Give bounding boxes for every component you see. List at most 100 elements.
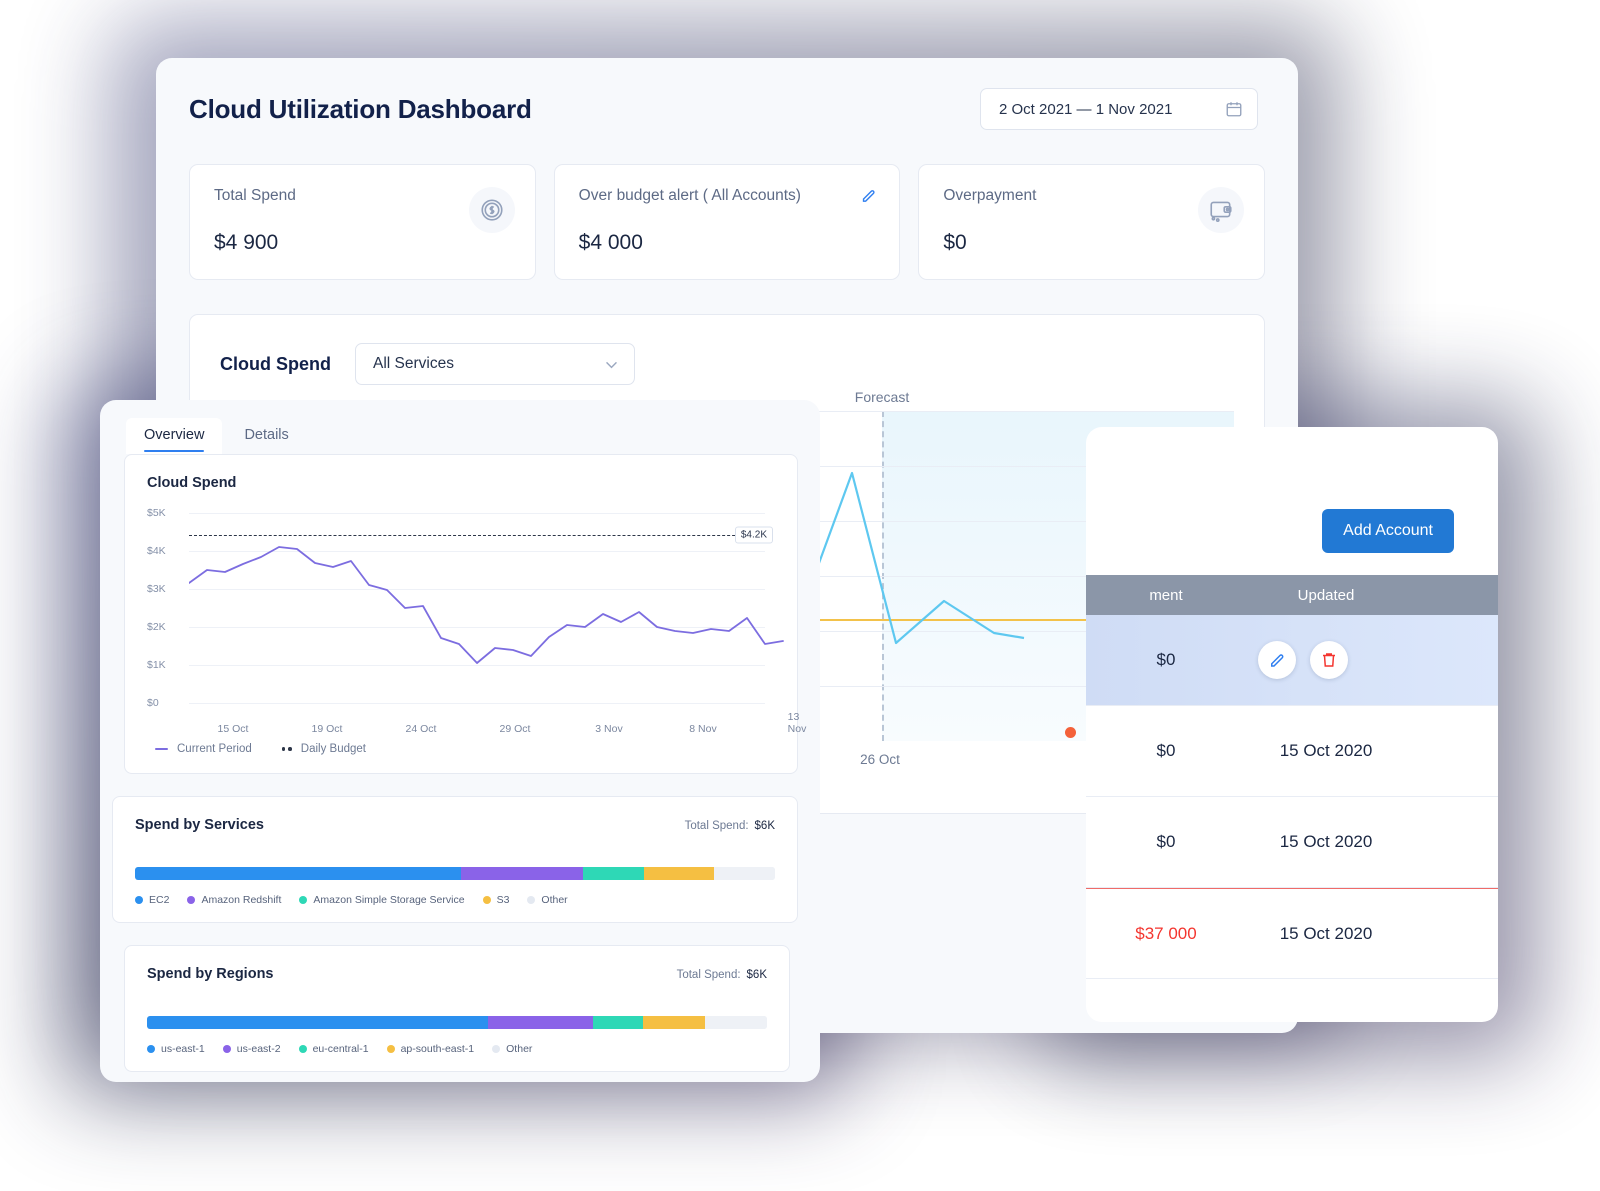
y-tick-label: $5K — [147, 507, 166, 519]
tab-overview[interactable]: Overview — [126, 418, 223, 454]
table-row[interactable]: $0 15 Oct 2020 — [1086, 797, 1498, 888]
table-row[interactable]: $0 — [1086, 615, 1498, 706]
bar-segment-s3-storage — [582, 867, 644, 880]
spend-by-regions-header: Spend by Regions Total Spend: $6K — [147, 966, 767, 982]
kpi-card-over-budget-alert: Over budget alert ( All Accounts) $4 000 — [553, 164, 901, 280]
y-tick-label: $4K — [147, 545, 166, 557]
kpi-value: $0 — [943, 231, 967, 254]
spend-by-services-card: Spend by Services Total Spend: $6K EC2 Am… — [112, 796, 798, 923]
legend-item-current-period: Current Period — [155, 743, 252, 755]
legend-item-ec2: EC2 — [135, 894, 169, 906]
cloud-spend-title: Cloud Spend — [220, 353, 331, 374]
total-spend-value: $6K — [746, 969, 767, 981]
legend-label: eu-central-1 — [312, 1043, 369, 1055]
y-tick-label: $3K — [147, 583, 166, 595]
legend-label: Amazon Simple Storage Service — [313, 894, 465, 906]
legend-line-swatch — [155, 747, 168, 751]
kpi-label: Overpayment — [943, 187, 1037, 204]
accounts-window: Add Account ment Updated $0 $0 15 Oct 20… — [1086, 427, 1498, 1022]
date-range-picker[interactable]: 2 Oct 2021 — 1 Nov 2021 — [980, 88, 1258, 130]
y-tick-label: $1K — [147, 659, 166, 671]
legend-label: ap-south-east-1 — [400, 1043, 475, 1055]
legend-item-other: Other — [492, 1043, 532, 1055]
edit-icon — [1271, 654, 1284, 667]
edit-button[interactable] — [1258, 641, 1296, 679]
bar-segment-us-east-2 — [488, 1016, 594, 1029]
coin-dollar-icon-wrap — [468, 187, 515, 233]
bar-segment-eu-central-1 — [593, 1016, 643, 1029]
legend-label: Other — [506, 1043, 533, 1055]
screenshot-root: Add Account ment Updated $0 $0 15 Oct 20… — [0, 0, 1600, 1191]
x-tick-label: 13 Nov — [787, 711, 807, 735]
total-spend-label: Total Spend: — [684, 820, 749, 832]
kpi-card-overpayment: Overpayment $0 — [918, 164, 1266, 280]
cell-spent: $37 000 — [1135, 923, 1197, 943]
x-tick-label: 3 Nov — [595, 723, 623, 735]
legend-label: us-east-2 — [236, 1043, 281, 1055]
bar-segment-ap-south-east-1 — [642, 1016, 705, 1029]
calendar-icon — [1226, 102, 1242, 117]
column-header-spent[interactable]: ment — [1086, 587, 1246, 604]
cell-spent: $0 — [1156, 741, 1176, 760]
cell-spent: $0 — [1156, 650, 1176, 669]
legend-item-us-east-1: us-east-1 — [147, 1043, 205, 1055]
table-header-row: ment Updated — [1086, 575, 1498, 615]
cell-updated: 15 Oct 2020 — [1279, 923, 1373, 943]
chevron-down-icon — [606, 361, 617, 368]
legend-item-s3: S3 — [482, 894, 510, 906]
service-filter-value: All Services — [373, 355, 454, 372]
y-tick-label: $2K — [147, 621, 166, 633]
add-account-button[interactable]: Add Account — [1322, 509, 1454, 553]
bar-segment-other — [704, 1016, 767, 1029]
x-tick-label: 26 Oct — [860, 752, 900, 767]
overlay-cloud-spend-plot: $5K $4K $3K $2K $1K $0 $4.2K 15 Oct 19 O — [147, 507, 806, 735]
chart-legend: Current Period Daily Budget — [147, 743, 775, 755]
legend-label: Daily Budget — [300, 743, 367, 755]
spend-by-services-title: Spend by Services — [135, 817, 264, 833]
spend-by-services-legend: EC2 Amazon Redshift Amazon Simple Storag… — [135, 894, 775, 906]
delete-icon — [1323, 653, 1335, 667]
coin-dollar-icon — [481, 199, 503, 221]
forecast-label: Forecast — [854, 389, 910, 405]
cell-updated: 15 Oct 2020 — [1279, 741, 1373, 760]
page-title: Cloud Utilization Dashboard — [189, 93, 532, 124]
column-header-updated[interactable]: Updated — [1246, 587, 1406, 604]
legend-item-daily-budget: Daily Budget — [281, 743, 367, 755]
legend-item-eu-central-1: eu-central-1 — [298, 1043, 369, 1055]
overview-overlay-window: Overview Details Cloud Spend $5K $4K $3K… — [100, 400, 820, 1082]
legend-item-other: Other — [527, 894, 568, 906]
kpi-label: Over budget alert ( All Accounts) — [578, 187, 801, 204]
spend-by-services-total: Total Spend: $6K — [685, 820, 775, 832]
delete-button[interactable] — [1310, 641, 1348, 679]
table-row[interactable]: $37 000 15 Oct 2020 — [1086, 888, 1498, 979]
legend-label: us-east-1 — [161, 1043, 205, 1055]
x-tick-label: 8 Nov — [689, 723, 717, 735]
y-tick-label: $0 — [147, 697, 159, 709]
wallet-icon-wrap — [1198, 187, 1245, 233]
kpi-value: $4 900 — [214, 231, 279, 254]
legend-label: Other — [541, 894, 568, 906]
tab-details[interactable]: Details — [226, 418, 306, 454]
legend-label: EC2 — [149, 894, 170, 906]
wallet-icon — [1210, 201, 1232, 222]
bar-segment-s3 — [643, 867, 715, 880]
total-spend-value: $6K — [754, 820, 775, 832]
spend-by-regions-bar — [147, 1016, 767, 1029]
legend-label: Current Period — [177, 743, 252, 755]
pencil-edit-icon[interactable] — [860, 187, 877, 204]
legend-label: Amazon Redshift — [201, 894, 282, 906]
legend-item-redshift: Amazon Redshift — [187, 894, 281, 906]
bar-segment-redshift — [461, 867, 583, 880]
x-tick-label: 29 Oct — [499, 723, 531, 735]
kpi-label: Total Spend — [214, 187, 296, 204]
legend-dashed-swatch — [281, 747, 292, 751]
legend-item-ap-south-east-1: ap-south-east-1 — [386, 1043, 475, 1055]
overlay-cloud-spend-panel: Cloud Spend $5K $4K $3K $2K $1K $0 $4.2K — [124, 454, 806, 774]
service-filter-select[interactable]: All Services — [355, 343, 635, 385]
table-toolbar: Add Account — [1086, 427, 1498, 553]
table-row[interactable]: $0 15 Oct 2020 — [1086, 706, 1498, 797]
legend-label: S3 — [496, 894, 510, 906]
current-period-line-series — [189, 546, 784, 664]
cell-updated: 15 Oct 2020 — [1279, 832, 1373, 851]
spend-by-regions-card: Spend by Regions Total Spend: $6K us-east… — [124, 945, 790, 1072]
